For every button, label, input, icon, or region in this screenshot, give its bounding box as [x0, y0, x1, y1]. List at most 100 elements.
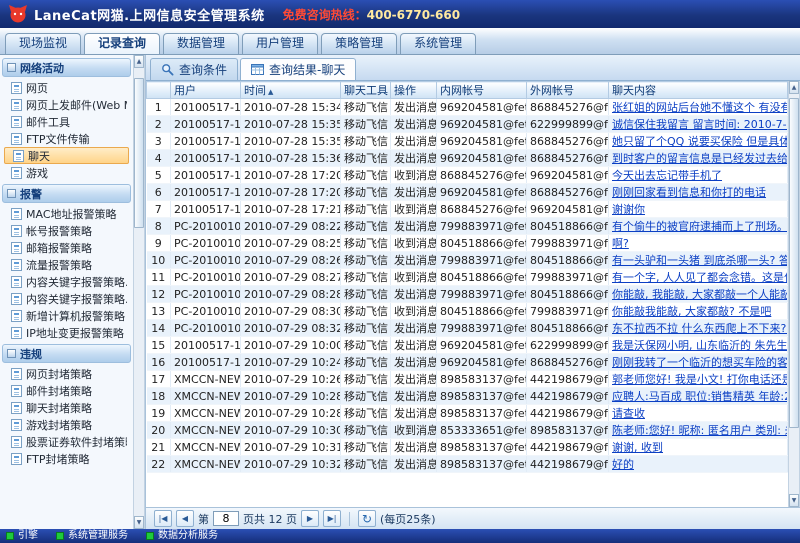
section-header[interactable]: 报警	[2, 184, 131, 203]
sidebar-item-邮件工具[interactable]: 邮件工具	[2, 113, 131, 130]
table-row[interactable]: 21 XMCCN-NEW [19: 2010-07-29 10:31:52 移动…	[147, 439, 788, 456]
column-header-时间[interactable]: 时间▲	[241, 82, 341, 99]
sidebar-item-FTP封堵策略[interactable]: FTP封堵策略	[2, 450, 131, 467]
tab-查询条件[interactable]: 查询条件	[150, 58, 238, 80]
nav-tab-记录查询[interactable]: 记录查询	[84, 33, 160, 54]
table-scrollbar[interactable]: ▲ ▼	[788, 81, 800, 507]
sidebar-item-邮件封堵策略[interactable]: 邮件封堵策略	[2, 382, 131, 399]
table-row[interactable]: 14 PC-201001061111 2010-07-29 08:32:25 移…	[147, 320, 788, 337]
table-row[interactable]: 3 20100517-1329 [1 2010-07-28 15:35:28 移…	[147, 133, 788, 150]
chat-content-link[interactable]: 啊?	[612, 237, 629, 250]
last-page-button[interactable]: ▶|	[323, 510, 341, 527]
chat-content-link[interactable]: 你能敲我能敲, 大家都敲? 不是吧	[612, 305, 771, 318]
sidebar-item-聊天[interactable]: 聊天	[4, 147, 129, 164]
sidebar-item-网页[interactable]: 网页	[2, 79, 131, 96]
sidebar-item-股票证券软件封堵策略[interactable]: 股票证券软件封堵策略	[2, 433, 131, 450]
sidebar-item-FTP文件传输[interactable]: FTP文件传输	[2, 130, 131, 147]
scroll-down-icon[interactable]: ▼	[134, 516, 144, 529]
chat-content-link[interactable]: 请查收	[612, 407, 645, 420]
table-row[interactable]: 4 20100517-1329 [1 2010-07-28 15:36:30 移…	[147, 150, 788, 167]
sidebar-item-网页上发邮件(Web Mai[interactable]: 网页上发邮件(Web Mai	[2, 96, 131, 113]
table-row[interactable]: 20 XMCCN-NEW [19: 2010-07-29 10:30:22 移动…	[147, 422, 788, 439]
table-row[interactable]: 22 XMCCN-NEW [19: 2010-07-29 10:32:18 移动…	[147, 456, 788, 473]
table-row[interactable]: 19 XMCCN-NEW [19: 2010-07-29 10:28:42 移动…	[147, 405, 788, 422]
chat-content-link[interactable]: 东不拉西不拉 什么东西爬上不下来? 年龄	[612, 322, 788, 335]
sidebar-item-新增计算机报警策略[interactable]: 新增计算机报警策略	[2, 307, 131, 324]
sidebar-item-游戏[interactable]: 游戏	[2, 164, 131, 181]
sidebar-item-IP地址变更报警策略[interactable]: IP地址变更报警策略	[2, 324, 131, 341]
tab-查询结果-聊天[interactable]: 查询结果-聊天	[240, 58, 356, 80]
table-scroll-thumb[interactable]	[789, 98, 799, 428]
column-header-外网帐号[interactable]: 外网帐号	[527, 82, 609, 99]
refresh-icon[interactable]: ↻	[358, 510, 376, 527]
sidebar-item-网页封堵策略[interactable]: 网页封堵策略	[2, 365, 131, 382]
nav-tab-数据管理[interactable]: 数据管理	[163, 33, 239, 54]
table-row[interactable]: 7 20100517-1329 [1 2010-07-28 17:21:18 移…	[147, 201, 788, 218]
nav-tab-现场监视[interactable]: 现场监视	[5, 33, 81, 54]
nav-tab-系统管理[interactable]: 系统管理	[400, 33, 476, 54]
table-row[interactable]: 5 20100517-1329 [1 2010-07-28 17:20:05 移…	[147, 167, 788, 184]
table-row[interactable]: 12 PC-201001061111 2010-07-29 08:28:16 移…	[147, 286, 788, 303]
table-row[interactable]: 6 20100517-1329 [1 2010-07-28 17:20:27 移…	[147, 184, 788, 201]
chat-content-link[interactable]: 谢谢你	[612, 203, 645, 216]
next-page-button[interactable]: ▶	[301, 510, 319, 527]
table-row[interactable]: 9 PC-201001061111 2010-07-29 08:25:43 移动…	[147, 235, 788, 252]
chat-content-link[interactable]: 有一个字, 人人见了都会念错。这是什么字?!	[612, 271, 788, 284]
section-header[interactable]: 违规	[2, 344, 131, 363]
table-row[interactable]: 15 20100517-1329 [1 2010-07-29 10:00:48 …	[147, 337, 788, 354]
column-header-操作[interactable]: 操作	[391, 82, 437, 99]
table-row[interactable]: 10 PC-201001061111 2010-07-29 08:26:06 移…	[147, 252, 788, 269]
chat-content-link[interactable]: 她只留了个QQ 说要买保险 但是具体的您回去	[612, 135, 788, 148]
sidebar-scrollbar[interactable]: ▲ ▼	[133, 55, 145, 529]
sidebar-item-MAC地址报警策略[interactable]: MAC地址报警策略	[2, 205, 131, 222]
prev-page-button[interactable]: ◀	[176, 510, 194, 527]
sidebar-scroll-track[interactable]	[134, 68, 144, 516]
table-row[interactable]: 17 XMCCN-NEW [19: 2010-07-29 10:26:44 移动…	[147, 371, 788, 388]
nav-tab-策略管理[interactable]: 策略管理	[321, 33, 397, 54]
sidebar-item-聊天封堵策略[interactable]: 聊天封堵策略	[2, 399, 131, 416]
table-row[interactable]: 16 20100517-1329 [1 2010-07-29 10:24:41 …	[147, 354, 788, 371]
sidebar-scroll-thumb[interactable]	[134, 78, 144, 228]
chat-content-link[interactable]: 陈老师:您好! 昵称: 匿名用户 类别: 未知	[612, 424, 788, 437]
table-row[interactable]: 2 20100517-1329 [1 2010-07-28 15:35:02 移…	[147, 116, 788, 133]
chat-content-link[interactable]: 谢谢, 收到	[612, 441, 663, 454]
sidebar-item-内容关键字报警策略.网[interactable]: 内容关键字报警策略.网	[2, 273, 131, 290]
scroll-up-icon[interactable]: ▲	[789, 81, 799, 94]
chat-content-link[interactable]: 有个偷牛的被官府逮捕而上了刑场。熟人!	[612, 220, 788, 233]
sidebar-item-内容关键字报警策略.邮[interactable]: 内容关键字报警策略.邮	[2, 290, 131, 307]
chat-content-link[interactable]: 诚信保住我留言 留言时间: 2010-7-28 10:50:0	[612, 118, 788, 131]
table-scroll-track[interactable]	[789, 94, 799, 494]
chat-content-link[interactable]: 你能敲, 我能敲, 大家都敲一个人能敲。熟人!	[612, 288, 788, 301]
section-header[interactable]: 网络活动	[2, 58, 131, 77]
column-header-index[interactable]	[147, 82, 171, 99]
table-row[interactable]: 11 PC-201001061111 2010-07-29 08:27:16 移…	[147, 269, 788, 286]
chat-content-link[interactable]: 我是沃保网小明, 山东临沂的 朱先生1386497	[612, 339, 788, 352]
table-row[interactable]: 8 PC-201001061111 2010-07-29 08:22:43 移动…	[147, 218, 788, 235]
chat-content-link[interactable]: 好的	[612, 458, 634, 471]
chat-content-link[interactable]: 郭老师您好! 我是小文! 打你电话还是关机的	[612, 373, 788, 386]
first-page-button[interactable]: |◀	[154, 510, 172, 527]
table-row[interactable]: 1 20100517-1329 [1 2010-07-28 15:34:11 移…	[147, 99, 788, 116]
scroll-up-icon[interactable]: ▲	[134, 55, 144, 68]
sidebar-item-游戏封堵策略[interactable]: 游戏封堵策略	[2, 416, 131, 433]
table-row[interactable]: 18 XMCCN-NEW [19: 2010-07-29 10:28:16 移动…	[147, 388, 788, 405]
nav-tab-用户管理[interactable]: 用户管理	[242, 33, 318, 54]
sidebar-item-帐号报警策略[interactable]: 帐号报警策略	[2, 222, 131, 239]
chat-content-link[interactable]: 刚刚回家看到信息和你打的电话	[612, 186, 766, 199]
column-header-用户[interactable]: 用户	[171, 82, 241, 99]
page-number-input[interactable]	[213, 511, 239, 526]
chat-content-link[interactable]: 应聘人:马百成 职位:销售精英 年龄:24 性别(男	[612, 390, 788, 403]
chat-content-link[interactable]: 今天出去忘记带手机了	[612, 169, 722, 182]
chat-content-link[interactable]: 有一头驴和一头猪 到底杀哪一头? 答案: 太	[612, 254, 788, 267]
chat-content-link[interactable]: 张红姐的网站后台她不懂这个 有没有空试操作	[612, 101, 788, 114]
table-row[interactable]: 13 PC-201001061111 2010-07-29 08:30:25 移…	[147, 303, 788, 320]
chat-content-link[interactable]: 刚刚我转了一个临沂的想买车险的客户给张红	[612, 356, 788, 369]
chat-content-link[interactable]: 到时客户的留言信息是已经发过去给她了	[612, 152, 788, 165]
cell-row-number: 7	[147, 201, 171, 218]
column-header-内网帐号[interactable]: 内网帐号	[437, 82, 527, 99]
scroll-down-icon[interactable]: ▼	[789, 494, 799, 507]
sidebar-item-邮箱报警策略[interactable]: 邮箱报警策略	[2, 239, 131, 256]
column-header-聊天内容[interactable]: 聊天内容	[609, 82, 788, 99]
sidebar-item-流量报警策略[interactable]: 流量报警策略	[2, 256, 131, 273]
column-header-聊天工具[interactable]: 聊天工具	[341, 82, 391, 99]
